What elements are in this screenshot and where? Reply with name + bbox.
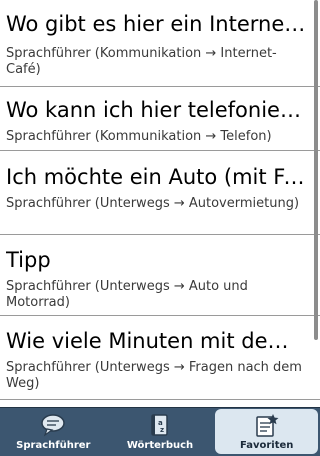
list-item[interactable]: Wo gibt es hier ein Internet-Café? Sprac…	[0, 0, 320, 87]
list-item[interactable]: Tipp Sprachführer (Unterwegs → Auto und …	[0, 235, 320, 316]
dictionary-icon: a z	[151, 414, 168, 436]
tab-sprachfuehrer[interactable]: Sprachführer	[2, 409, 105, 454]
tab-label: Favoriten	[239, 440, 294, 451]
phrase-text: Tipp	[6, 248, 51, 272]
list-item[interactable]: Wie viele Minuten mit dem Bus? Sprachfüh…	[0, 316, 320, 400]
phrase-source: Sprachführer (Kommunikation → Internet-C…	[6, 46, 277, 77]
phrase-text: Wo kann ich hier telefonieren?	[6, 98, 306, 122]
tab-label: Wörterbuch	[126, 440, 194, 451]
favorites-list: Wo gibt es hier ein Internet-Café? Sprac…	[0, 0, 320, 407]
list-item[interactable]: Ich möchte ein Auto (mit Fahrer) mieten.…	[0, 151, 320, 235]
phrase-source: Sprachführer (Kommunikation → Telefon)	[6, 129, 272, 144]
favorites-icon	[255, 414, 279, 437]
phrase-source: Sprachführer (Unterwegs → Autovermietung…	[6, 196, 300, 211]
phrase-text: Ich möchte ein Auto (mit Fahrer) mieten.	[6, 165, 306, 189]
phrase-text: Wo gibt es hier ein Internet-Café?	[6, 12, 306, 36]
tab-woerterbuch[interactable]: a z Wörterbuch	[109, 409, 212, 454]
svg-text:z: z	[160, 426, 164, 434]
tab-favoriten[interactable]: Favoriten	[215, 409, 319, 454]
scrollbar[interactable]	[314, 0, 318, 340]
speech-bubble-icon	[41, 414, 66, 437]
tab-label: Sprachführer	[16, 440, 91, 451]
phrase-source: Sprachführer (Unterwegs → Auto und Motor…	[6, 279, 248, 310]
list-item[interactable]: Wo kann ich hier telefonieren? Sprachfüh…	[0, 87, 320, 151]
phrase-text: Wie viele Minuten mit dem Bus?	[6, 329, 306, 353]
phrase-source: Sprachführer (Unterwegs → Fragen nach de…	[6, 360, 302, 391]
bottom-tab-bar: Sprachführer a z Wörterbuch Favoriten	[0, 407, 320, 456]
